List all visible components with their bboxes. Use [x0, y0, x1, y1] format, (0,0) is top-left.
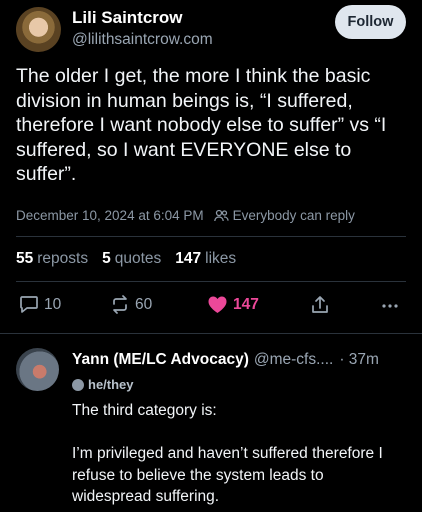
reposts-count: 55 [16, 250, 34, 267]
repost-count: 60 [135, 295, 153, 313]
avatar[interactable] [16, 348, 59, 391]
reply-time: · 37m [339, 351, 379, 368]
heart-icon [208, 296, 227, 313]
reply-author-handle[interactable]: @me-cfs.... [254, 351, 333, 369]
reply-icon [20, 296, 38, 313]
share-icon [312, 296, 328, 313]
post-text: The older I get, the more I think the ba… [16, 65, 387, 185]
avatar[interactable] [16, 7, 61, 52]
reply-count: 10 [44, 295, 62, 313]
divider [0, 333, 422, 334]
reply-button[interactable]: 10 [19, 295, 61, 314]
quotes-label: quotes [114, 250, 162, 267]
reply-text: The third category is: I’m privileged an… [72, 402, 383, 505]
quotes-stat[interactable]: 5 quotes [102, 250, 161, 268]
like-button[interactable]: 147 [207, 295, 259, 314]
reposts-label: reposts [37, 250, 89, 267]
pronouns-badge: he/they [72, 377, 134, 392]
more-icon [382, 304, 398, 308]
like-count: 147 [233, 295, 259, 313]
divider [16, 236, 406, 237]
reply-setting[interactable]: Everybody can reply [213, 208, 355, 223]
reply-header: Yann (ME/LC Advocacy) @me-cfs.... · 37m [72, 351, 379, 369]
likes-stat[interactable]: 147 likes [175, 250, 236, 268]
likes-count: 147 [175, 250, 202, 267]
more-button[interactable] [381, 295, 399, 315]
author-handle[interactable]: @lilithsaintcrow.com [72, 31, 213, 49]
author-name[interactable]: Lili Saintcrow [72, 8, 183, 28]
pronouns-label: he/they [88, 377, 134, 392]
follow-button[interactable]: Follow [335, 5, 406, 39]
pronouns-icon [72, 378, 84, 391]
share-button[interactable] [311, 295, 329, 315]
repost-icon [113, 295, 127, 314]
quotes-count: 5 [102, 250, 111, 267]
reposts-stat[interactable]: 55 reposts [16, 250, 88, 268]
post-stats: 55 reposts 5 quotes 147 likes [16, 250, 236, 268]
divider [16, 281, 406, 282]
repost-button[interactable]: 60 [110, 295, 152, 314]
action-bar: 10 60 147 [0, 295, 422, 319]
reply-setting-label: Everybody can reply [232, 208, 355, 223]
likes-label: likes [205, 250, 237, 267]
people-icon [213, 209, 229, 222]
reply-author-name[interactable]: Yann (ME/LC Advocacy) [72, 351, 249, 369]
post-meta: December 10, 2024 at 6:04 PM Everybody c… [16, 208, 355, 223]
post-timestamp: December 10, 2024 at 6:04 PM [16, 208, 204, 223]
